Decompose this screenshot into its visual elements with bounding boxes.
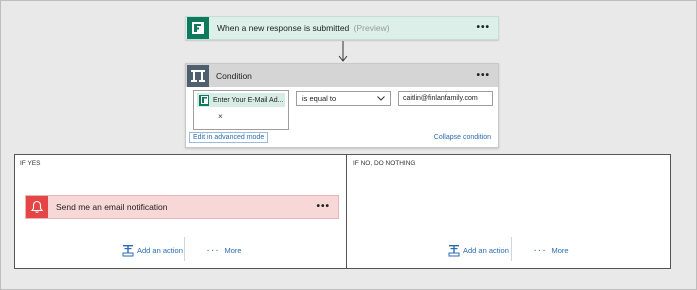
operator-value: is equal to xyxy=(302,94,337,103)
condition-icon xyxy=(187,64,209,87)
email-action-menu-button[interactable]: ••• xyxy=(316,202,330,212)
email-notification-card[interactable]: Send me an email notification ••• xyxy=(25,195,339,219)
yes-actions-divider xyxy=(184,237,185,261)
condition-value-input[interactable]: caitlin@finlanfamily.com xyxy=(398,91,493,106)
add-action-icon xyxy=(448,244,460,256)
branches-container: IF YES Send me an email notification ••• xyxy=(14,154,671,269)
designer-canvas: When a new response is submitted (Previe… xyxy=(0,0,697,290)
yes-actions-bar: Add an action xyxy=(122,241,183,259)
if-no-label: IF NO, DO NOTHING xyxy=(353,160,416,167)
trigger-title: When a new response is submitted (Previe… xyxy=(217,23,390,33)
forms-icon xyxy=(199,94,209,106)
yes-add-action-label: Add an action xyxy=(137,245,183,255)
if-yes-label: IF YES xyxy=(20,160,41,167)
preview-tag: (Preview) xyxy=(353,23,390,33)
dynamic-token[interactable]: Enter Your E-Mail Ad... xyxy=(197,93,285,107)
email-action-title: Send me an email notification xyxy=(56,202,168,212)
if-no-branch: IF NO, DO NOTHING Add an action ··· More xyxy=(348,155,670,268)
no-add-action-button[interactable]: Add an action xyxy=(448,244,509,257)
if-yes-branch: IF YES Send me an email notification ••• xyxy=(15,155,347,268)
no-actions-bar: Add an action xyxy=(448,241,509,259)
more-dots-icon: ··· xyxy=(534,245,548,255)
yes-more-label: More xyxy=(224,245,242,255)
yes-more-button[interactable]: ··· More xyxy=(207,246,242,255)
yes-more-bar: ··· More xyxy=(207,241,242,259)
bell-icon xyxy=(26,196,48,218)
forms-icon xyxy=(187,17,209,39)
condition-card: Condition ••• Enter Your E-Mail Ad... × … xyxy=(185,63,499,148)
yes-add-action-button[interactable]: Add an action xyxy=(122,244,183,257)
condition-menu-button[interactable]: ••• xyxy=(476,70,490,81)
trigger-card[interactable]: When a new response is submitted (Previe… xyxy=(185,16,499,40)
no-add-action-label: Add an action xyxy=(463,245,509,255)
condition-title: Condition xyxy=(216,70,252,81)
no-actions-divider xyxy=(511,237,512,261)
condition-header[interactable]: Condition ••• xyxy=(186,64,498,87)
no-more-button[interactable]: ··· More xyxy=(534,246,569,255)
no-more-label: More xyxy=(551,245,569,255)
no-more-bar: ··· More xyxy=(534,241,569,259)
condition-left-operand[interactable]: Enter Your E-Mail Ad... × xyxy=(193,90,289,130)
collapse-condition-link[interactable]: Collapse condition xyxy=(434,134,491,141)
remove-token-button[interactable]: × xyxy=(218,112,223,121)
flow-arrow-icon xyxy=(338,41,348,62)
trigger-menu-button[interactable]: ••• xyxy=(476,23,490,33)
operator-dropdown[interactable]: is equal to xyxy=(296,91,391,106)
edit-advanced-mode-link[interactable]: Edit in advanced mode xyxy=(189,132,269,143)
chevron-down-icon xyxy=(377,96,385,101)
more-dots-icon: ··· xyxy=(207,245,221,255)
add-action-icon xyxy=(122,244,134,256)
token-label: Enter Your E-Mail Ad... xyxy=(213,96,284,104)
